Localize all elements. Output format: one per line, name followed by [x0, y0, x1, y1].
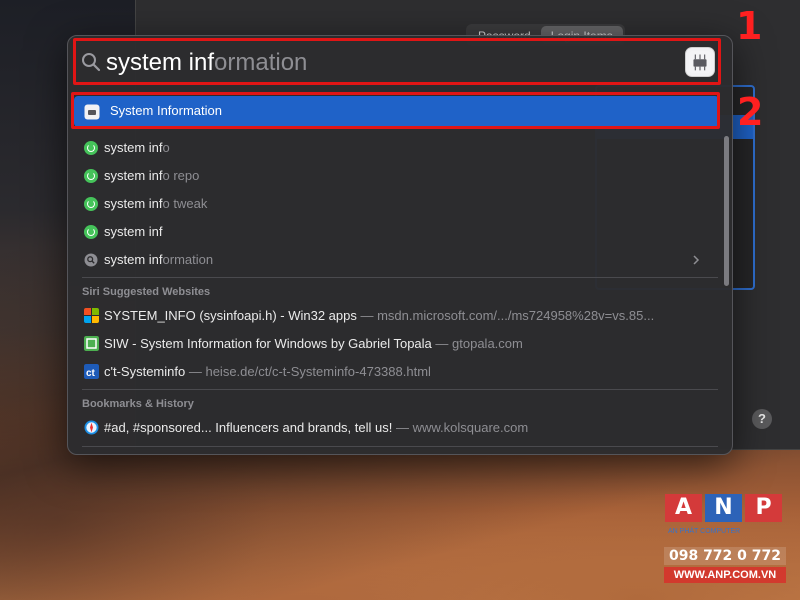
- bookmark-result[interactable]: #ad, #sponsored... Influencers and brand…: [74, 415, 719, 441]
- section-header-siri-websites: Siri Suggested Websites: [82, 286, 211, 298]
- section-header-bookmarks: Bookmarks & History: [82, 398, 194, 410]
- search-icon: [82, 53, 101, 72]
- help-button[interactable]: ?: [752, 409, 772, 429]
- suggestion-label: system inf: [104, 224, 163, 239]
- suggestion-item[interactable]: system info: [74, 135, 719, 161]
- suggestion-item[interactable]: system info repo: [74, 163, 719, 189]
- suggestion-item[interactable]: system inf: [74, 219, 719, 245]
- annotation-number-1: 1: [736, 4, 763, 48]
- anp-letter-n: N: [705, 494, 742, 522]
- siw-icon: [84, 336, 99, 351]
- anp-tagline: AN PHÁT COMPUTER: [668, 528, 741, 535]
- ct-icon: ct: [84, 364, 99, 379]
- system-information-app-icon: [84, 104, 100, 120]
- anp-phone: 098 772 0 772: [664, 547, 786, 565]
- microsoft-icon: [84, 308, 99, 323]
- anp-letter-a: A: [665, 494, 702, 522]
- top-hit-label: System Information: [110, 103, 222, 118]
- search-input[interactable]: system information: [106, 48, 307, 78]
- search-query-typed: system inf: [106, 49, 215, 76]
- spotlight-search-field[interactable]: system information: [68, 36, 732, 90]
- search-icon: [84, 253, 98, 267]
- website-result[interactable]: SYSTEM_INFO (sysinfoapi.h) - Win32 apps …: [74, 303, 719, 329]
- anp-website: WWW.ANP.COM.VN: [664, 567, 786, 583]
- results-scrollbar[interactable]: [724, 136, 729, 286]
- suggestion-label: system info repo: [104, 168, 200, 183]
- siri-suggestion-icon: [84, 169, 98, 183]
- website-label: SIW - System Information for Windows by …: [104, 336, 523, 351]
- website-label: SYSTEM_INFO (sysinfoapi.h) - Win32 apps …: [104, 308, 655, 323]
- section-divider: [82, 389, 718, 390]
- top-hit-system-information[interactable]: System Information: [74, 96, 719, 127]
- section-divider: [82, 446, 718, 447]
- bookmark-label: #ad, #sponsored... Influencers and brand…: [104, 420, 529, 435]
- chevron-right-icon[interactable]: [689, 253, 703, 267]
- search-suggestion-item[interactable]: system information: [74, 247, 719, 273]
- spotlight-panel: system information System Information sy…: [67, 35, 733, 455]
- website-result[interactable]: SIW - System Information for Windows by …: [74, 331, 719, 357]
- website-result[interactable]: ct c't-Systeminfo — heise.de/ct/c-t-Syst…: [74, 359, 719, 385]
- suggestion-item[interactable]: system info tweak: [74, 191, 719, 217]
- suggestion-label: system information: [104, 252, 214, 267]
- section-divider: [82, 277, 718, 278]
- suggestion-label: system info: [104, 140, 170, 155]
- anp-letter-p: P: [745, 494, 782, 522]
- siri-suggestion-icon: [84, 141, 98, 155]
- anp-logo: A N P: [665, 494, 785, 524]
- siri-suggestion-icon: [84, 197, 98, 211]
- safari-icon: [84, 420, 99, 435]
- svg-text:ct: ct: [86, 368, 96, 379]
- website-label: c't-Systeminfo — heise.de/ct/c-t-Systemi…: [104, 364, 431, 379]
- search-query-completion: ormation: [214, 49, 308, 76]
- suggestion-label: system info tweak: [104, 196, 208, 211]
- siri-suggestion-icon: [84, 225, 98, 239]
- system-information-preview-icon: [685, 47, 715, 77]
- annotation-number-2: 2: [737, 90, 764, 134]
